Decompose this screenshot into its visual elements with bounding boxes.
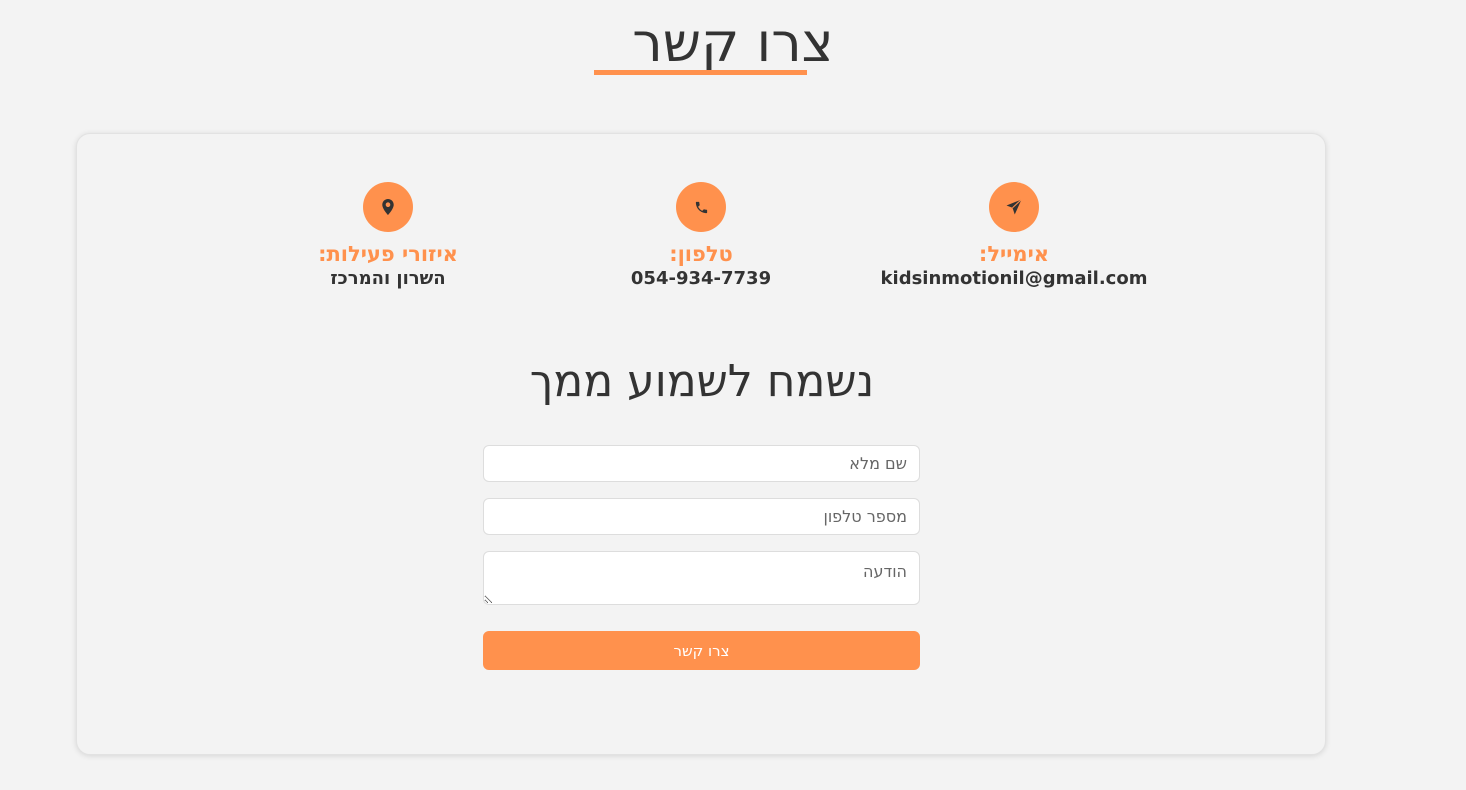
submit-button[interactable]: צרו קשר: [483, 631, 920, 670]
phone-number-input[interactable]: [483, 498, 920, 535]
page-header: צרו קשר: [0, 10, 1466, 76]
phone-icon: [676, 182, 726, 232]
area-info: איזורי פעילות: השרון והמרכז: [238, 182, 538, 291]
phone-label: טלפון:: [669, 242, 733, 266]
contact-card: אימייל: kidsinmotionil@gmail.com טלפון: …: [76, 133, 1326, 755]
page-title: צרו קשר: [632, 11, 834, 74]
message-textarea[interactable]: [483, 551, 920, 605]
email-label: אימייל:: [978, 242, 1050, 266]
full-name-input[interactable]: [483, 445, 920, 482]
map-marker-icon: [363, 182, 413, 232]
area-value: השרון והמרכז: [330, 268, 446, 289]
title-underline: [594, 70, 807, 75]
phone-value[interactable]: 054-934-7739: [551, 267, 851, 291]
email-info: אימייל: kidsinmotionil@gmail.com: [864, 182, 1164, 291]
phone-info: טלפון: 054-934-7739: [551, 182, 851, 291]
email-value[interactable]: kidsinmotionil@gmail.com: [864, 267, 1164, 291]
form-heading: נשמח לשמוע ממך: [529, 356, 875, 407]
area-label: איזורי פעילות:: [318, 242, 458, 266]
paper-plane-icon: [989, 182, 1039, 232]
